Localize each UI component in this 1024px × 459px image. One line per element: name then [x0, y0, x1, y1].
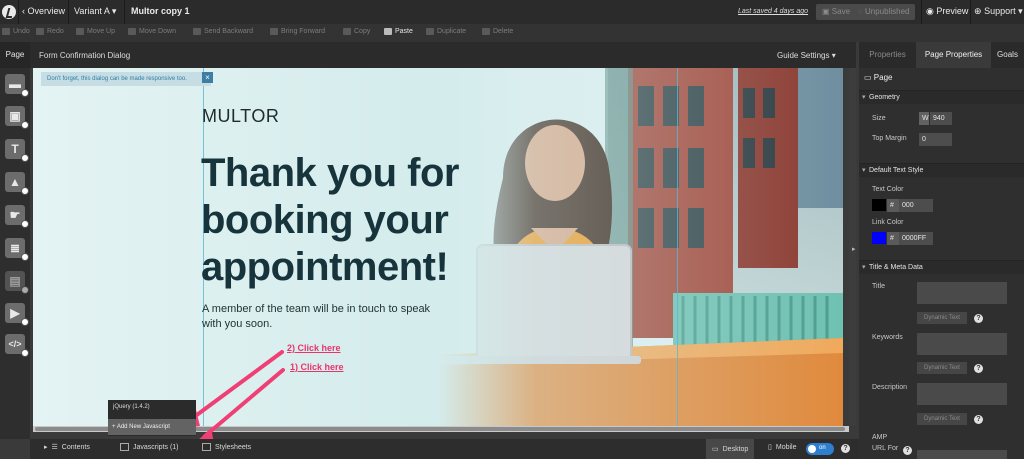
dynamic-text-button[interactable]: Dynamic Text [917, 413, 967, 425]
title-textarea[interactable] [917, 282, 1007, 304]
amp-label: AMP [872, 434, 888, 441]
triangle-right-icon: ▸ [44, 444, 48, 451]
text-color-input[interactable]: 000 [899, 199, 933, 212]
right-properties-panel: Properties Page Properties Goals ▭ Page … [859, 42, 1024, 459]
mobile-view-button[interactable]: ▯ Mobile [768, 443, 796, 452]
link-color-label: Link Color [872, 219, 904, 226]
keywords-label: Keywords [872, 334, 903, 341]
geometry-section[interactable]: Geometry [859, 90, 1024, 105]
url-for-label: URL For [872, 445, 899, 452]
add-new-javascript-button[interactable]: + Add New Javascript [108, 419, 196, 435]
javascript-menu: jQuery (1.4.2) + Add New Javascript [108, 400, 196, 436]
size-prefix: W [919, 112, 929, 125]
hash-prefix: # [887, 199, 899, 212]
link-color-input[interactable]: 0000FF [899, 232, 933, 245]
desktop-view-button[interactable]: ▭ Desktop [706, 439, 755, 459]
toggle-knob [808, 445, 816, 453]
help-icon[interactable]: ? [841, 444, 850, 453]
help-icon[interactable]: ? [974, 364, 983, 373]
top-margin-input[interactable]: 0 [919, 133, 952, 146]
monitor-icon: ▭ [712, 446, 719, 453]
jquery-item[interactable]: jQuery (1.4.2) [113, 404, 150, 410]
title-label: Title [872, 283, 885, 290]
description-label: Description [872, 384, 908, 391]
stylesheets-button[interactable]: Stylesheets [202, 443, 251, 451]
width-input[interactable]: 940 [930, 112, 952, 125]
default-text-style-section[interactable]: Default Text Style [859, 163, 1024, 178]
page-header: ▭ Page [864, 73, 893, 82]
dynamic-text-button[interactable]: Dynamic Text [917, 362, 967, 374]
size-label: Size [872, 115, 886, 122]
tab-properties[interactable]: Properties [859, 42, 916, 68]
tab-goals[interactable]: Goals [991, 42, 1024, 68]
contents-button[interactable]: ▸ ☰ Contents [44, 443, 90, 452]
mobile-toggle[interactable]: on [806, 443, 834, 455]
list-icon: ☰ [51, 444, 58, 451]
tab-page-properties[interactable]: Page Properties [916, 42, 991, 68]
help-icon[interactable]: ? [974, 415, 983, 424]
help-icon[interactable]: ? [974, 314, 983, 323]
link-color-swatch[interactable] [872, 232, 886, 244]
hash-prefix: # [887, 232, 899, 245]
bottom-bar: ▸ ☰ Contents Javascripts (1) Stylesheets … [30, 439, 859, 459]
text-color-label: Text Color [872, 186, 904, 193]
description-textarea[interactable] [917, 383, 1007, 405]
top-margin-label: Top Margin [872, 135, 907, 142]
javascript-icon [120, 443, 129, 451]
dynamic-text-button[interactable]: Dynamic Text [917, 312, 967, 324]
javascripts-button[interactable]: Javascripts (1) [120, 443, 179, 451]
amp-url-input[interactable] [917, 450, 1007, 459]
text-color-swatch[interactable] [872, 199, 886, 211]
keywords-textarea[interactable] [917, 333, 1007, 355]
monitor-icon: ▭ [864, 73, 872, 82]
help-icon[interactable]: ? [903, 446, 912, 455]
phone-icon: ▯ [768, 444, 772, 451]
title-meta-section[interactable]: Title & Meta Data [859, 260, 1024, 275]
css-icon [202, 443, 211, 451]
